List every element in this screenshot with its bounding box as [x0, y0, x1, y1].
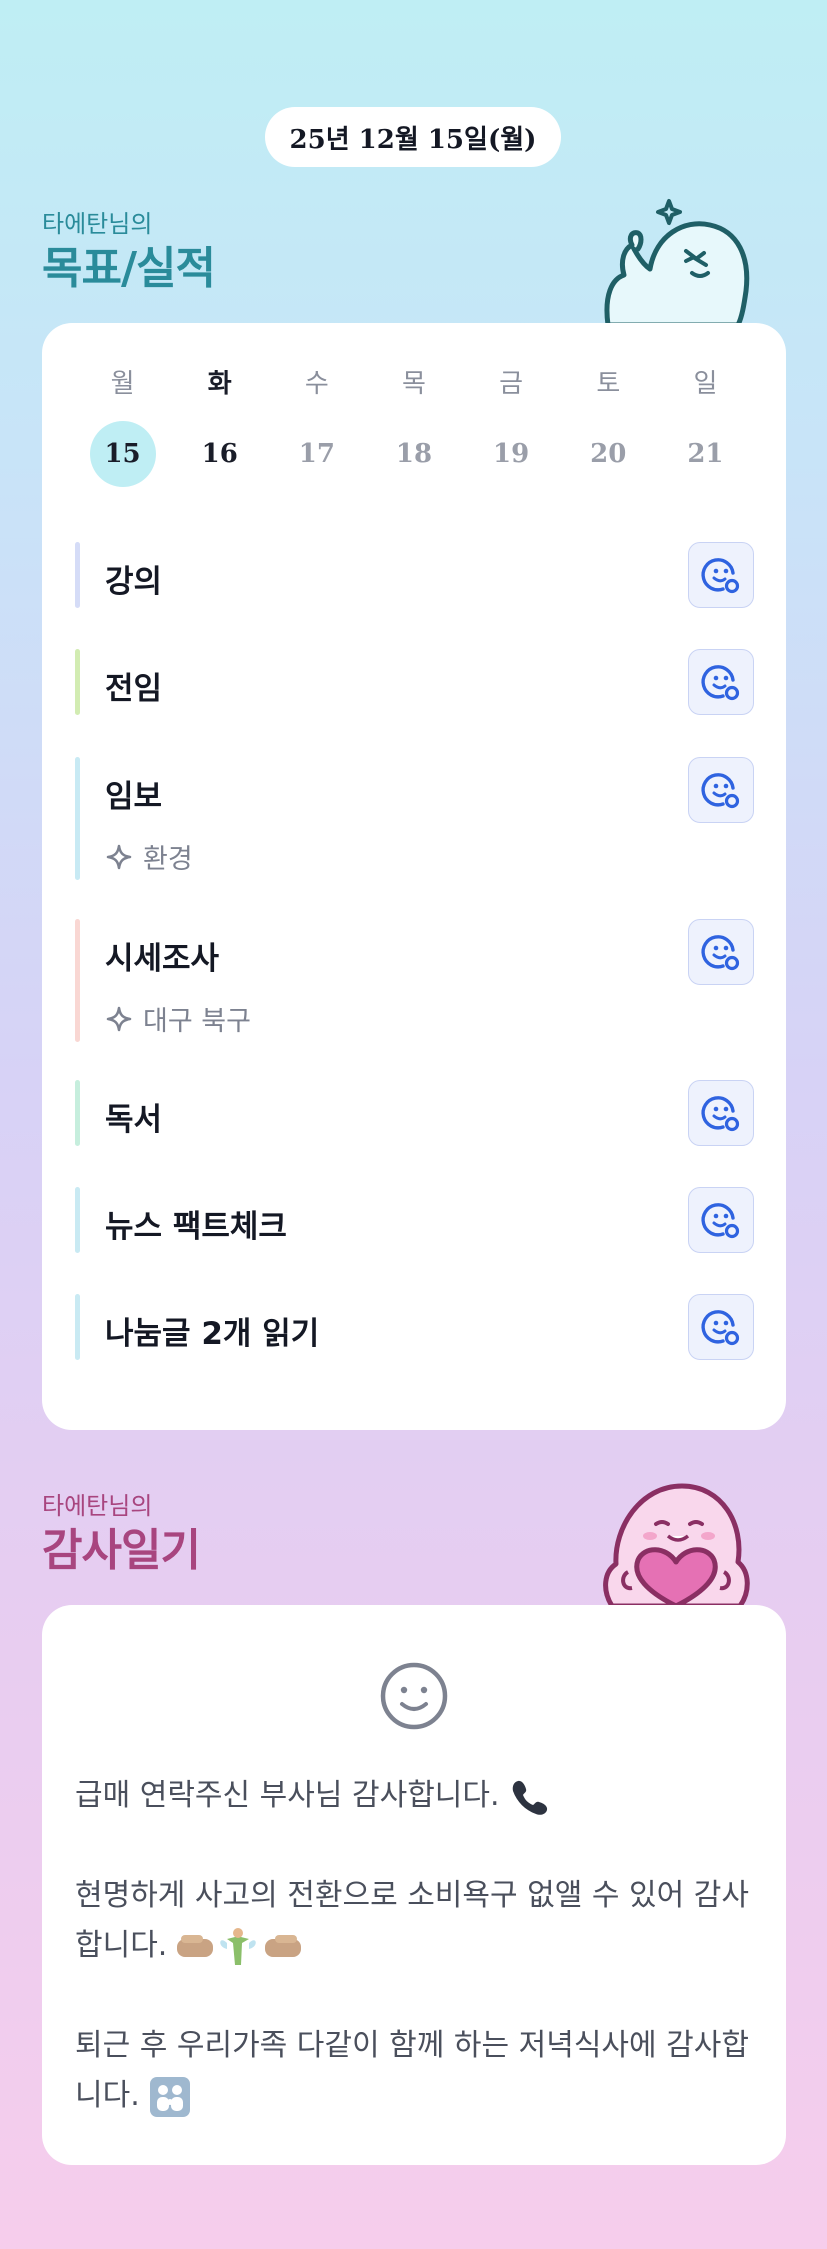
task-item[interactable]: 시세조사 대구 북구 [75, 919, 754, 1042]
day-number: 15 [89, 421, 156, 487]
family-icon [149, 2076, 190, 2117]
add-record-button[interactable] [688, 542, 754, 608]
task-name: 독서 [105, 1102, 163, 1138]
sparkle-icon [106, 1006, 132, 1031]
task-item[interactable]: 뉴스 팩트체크 [75, 1187, 754, 1253]
add-record-button[interactable] [688, 757, 754, 823]
task-color-bar [75, 757, 80, 880]
day-label: 일 [693, 369, 718, 399]
smile-add-icon [701, 935, 740, 971]
task-name: 나눔글 2개 읽기 [105, 1316, 320, 1352]
day-label: 수 [304, 369, 329, 399]
smile-add-icon [701, 773, 740, 809]
gratitude-text: 급매 연락주신 부사님 감사합니다. [75, 1778, 500, 1813]
day-number: 16 [201, 439, 238, 469]
day-label: 토 [596, 369, 621, 399]
add-record-button[interactable] [688, 919, 754, 985]
goals-card: 월 15 화 16 수 17 목 18 금 19 토 20 일 21 강의 전임… [42, 323, 786, 1430]
date-selector[interactable]: 25년 12월 15일(월) [265, 107, 561, 167]
day-label: 화 [207, 369, 232, 399]
task-item[interactable]: 임보 환경 [75, 757, 754, 880]
mascot-heart-icon [603, 1483, 750, 1606]
gratitude-entry: 퇴근 후 우리가족 다같이 함께 하는 저녁식사에 감사합니다. [75, 2021, 765, 2121]
task-name: 뉴스 팩트체크 [105, 1209, 287, 1245]
gratitude-section-title: 감사일기 [42, 1525, 201, 1576]
task-item[interactable]: 나눔글 2개 읽기 [75, 1294, 754, 1360]
gratitude-card: 급매 연락주신 부사님 감사합니다. 현명하게 사고의 전환으로 소비욕구 없앨… [42, 1605, 786, 2165]
goals-section-title: 목표/실적 [42, 243, 216, 294]
sparkle-icon [106, 844, 132, 869]
task-color-bar [75, 1294, 80, 1360]
task-sub: 대구 북구 [105, 999, 251, 1038]
task-name: 임보 [105, 779, 163, 815]
task-color-bar [75, 542, 80, 608]
day-thu[interactable]: 목 18 [365, 363, 462, 487]
task-name: 강의 [105, 564, 163, 600]
smile-add-icon [701, 665, 740, 701]
add-record-button[interactable] [688, 1187, 754, 1253]
day-label: 금 [499, 369, 524, 399]
gratitude-entry: 현명하게 사고의 전환으로 소비욕구 없앨 수 있어 감사합니다. [75, 1871, 765, 1971]
day-fri[interactable]: 금 19 [463, 363, 560, 487]
add-record-button[interactable] [688, 649, 754, 715]
task-sub: 환경 [105, 837, 193, 876]
task-color-bar [75, 649, 80, 715]
mood-smile-icon[interactable] [379, 1661, 449, 1731]
phone-icon [512, 1780, 547, 1815]
add-record-button[interactable] [688, 1080, 754, 1146]
day-mon[interactable]: 월 15 [74, 363, 171, 487]
smile-add-icon [701, 1203, 740, 1239]
mascot-thumbs-up-icon [604, 199, 750, 325]
day-number: 20 [590, 439, 627, 469]
add-record-button[interactable] [688, 1294, 754, 1360]
task-name: 시세조사 [105, 941, 220, 977]
task-color-bar [75, 919, 80, 1042]
day-label: 월 [110, 369, 135, 399]
task-item[interactable]: 독서 [75, 1080, 754, 1146]
day-number: 21 [687, 439, 724, 469]
smile-add-icon [701, 1096, 740, 1132]
task-color-bar [75, 1187, 80, 1253]
task-sub-label: 대구 북구 [143, 1006, 251, 1037]
day-number: 19 [493, 439, 530, 469]
day-number: 17 [298, 439, 335, 469]
day-tue[interactable]: 화 16 [171, 363, 268, 487]
task-name: 전임 [105, 671, 163, 707]
date-label: 25년 12월 15일(월) [289, 124, 537, 155]
day-wed[interactable]: 수 17 [268, 363, 365, 487]
task-color-bar [75, 1080, 80, 1146]
fist-fairy-fist-icon [177, 1927, 302, 1965]
task-item[interactable]: 강의 [75, 542, 754, 608]
week-strip: 월 15 화 16 수 17 목 18 금 19 토 20 일 21 [74, 363, 754, 487]
smile-add-icon [701, 558, 740, 594]
task-sub-label: 환경 [143, 844, 193, 875]
day-sun[interactable]: 일 21 [657, 363, 754, 487]
smile-add-icon [701, 1310, 740, 1346]
gratitude-entry: 급매 연락주신 부사님 감사합니다. [75, 1771, 765, 1821]
day-label: 목 [402, 369, 426, 399]
day-sat[interactable]: 토 20 [560, 363, 657, 487]
day-number: 18 [395, 439, 433, 469]
task-item[interactable]: 전임 [75, 649, 754, 715]
